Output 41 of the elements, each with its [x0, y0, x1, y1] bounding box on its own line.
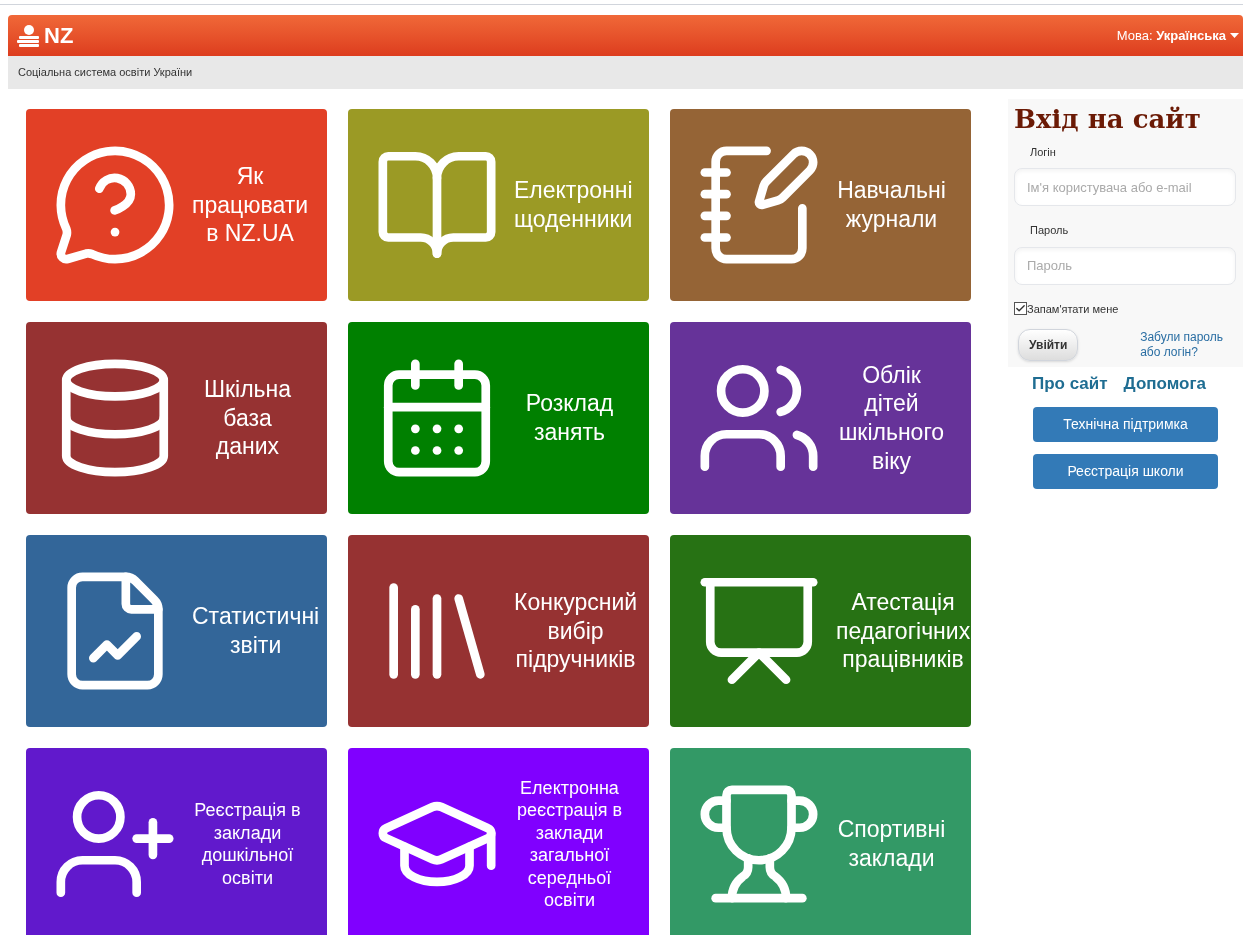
- forgot-password-link[interactable]: Забули пароль або логін?: [1140, 330, 1223, 360]
- username-field[interactable]: Ім'я користувача або e-mail: [1014, 168, 1236, 206]
- login-title: Вхід на сайт: [1014, 103, 1202, 136]
- tile-title: Як працювати в NZ.UA: [192, 161, 309, 249]
- remember-checkbox[interactable]: [1014, 302, 1027, 316]
- language-dropdown[interactable]: Мова: Українська: [1116, 25, 1239, 46]
- field-label: Логін: [1030, 144, 1057, 160]
- menu-tile[interactable]: Навчальні журнали: [670, 109, 971, 301]
- menu-tile[interactable]: Атестація педагогічних працівників: [670, 535, 971, 727]
- menu-tile[interactable]: Електронна реєстрація в заклади загальної середньої освіти: [348, 748, 649, 935]
- tile-title: Статистичні звіти: [192, 602, 320, 660]
- tagline: Соціальна система освіти України: [18, 65, 193, 81]
- tile-title: Електронні щоденники: [514, 176, 633, 234]
- caret-icon: [1230, 33, 1239, 38]
- menu-tile[interactable]: Електронні щоденники: [348, 109, 649, 301]
- menu-tile[interactable]: Конкурсний вибір підручників: [348, 535, 649, 727]
- tile-title: Реєстрація в заклади дошкільної освіти: [193, 799, 302, 889]
- menu-tile[interactable]: Розклад занять: [348, 322, 649, 514]
- action-button[interactable]: Реєстрація школи: [1033, 453, 1218, 489]
- nav-link[interactable]: Допомога: [1123, 371, 1206, 397]
- menu-tile[interactable]: Облік дітей шкільного віку: [670, 322, 971, 514]
- tile-title: Конкурсний вибір підручників: [514, 587, 638, 675]
- nav-link[interactable]: Про сайт: [1032, 371, 1108, 397]
- menu-tile[interactable]: Спортивні заклади: [670, 748, 971, 935]
- tile-title: Спортивні заклади: [836, 815, 947, 873]
- menu-tile[interactable]: Статистичні звіти: [26, 535, 327, 727]
- tile-title: Шкільна база даних: [202, 374, 293, 462]
- field-label: Пароль: [1030, 223, 1070, 238]
- tile-title: Електронна реєстрація в заклади загальної середньої освіти: [515, 776, 624, 912]
- action-button[interactable]: Технічна підтримка: [1033, 406, 1218, 442]
- tile-title: Облік дітей шкільного віку: [837, 360, 946, 476]
- password-field[interactable]: Пароль: [1014, 246, 1236, 285]
- tile-title: Атестація педагогічних працівників: [836, 587, 971, 675]
- logo-text: NZ: [44, 22, 74, 50]
- tile-title: Навчальні журнали: [836, 176, 947, 234]
- checkbox-label: Запам'ятати мене: [1027, 301, 1119, 317]
- menu-tile[interactable]: Реєстрація в заклади дошкільної освіти: [26, 748, 327, 935]
- login-button[interactable]: Увійти: [1018, 329, 1079, 361]
- menu-tile[interactable]: Шкільна база даних: [26, 322, 327, 514]
- menu-tile[interactable]: Як працювати в NZ.UA: [26, 109, 327, 301]
- tile-title: Розклад занять: [524, 389, 615, 447]
